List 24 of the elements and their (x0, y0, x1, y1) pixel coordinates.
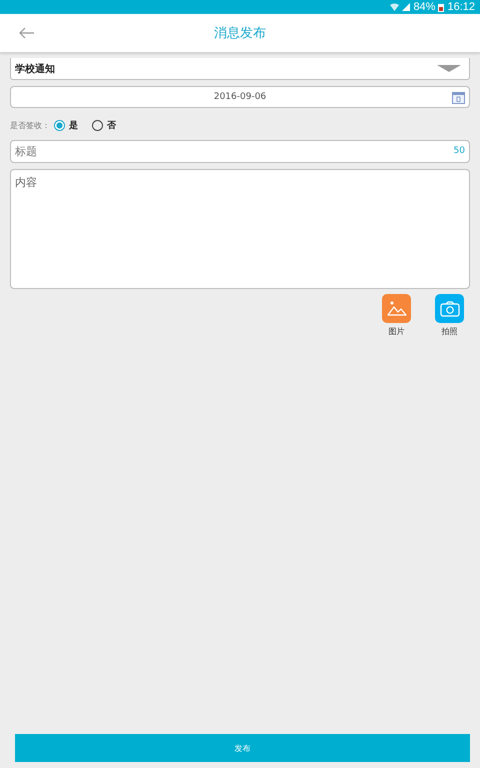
attachment-label: 拍照 (442, 326, 458, 337)
radio-label: 否 (107, 120, 116, 132)
battery-icon (438, 2, 444, 12)
page-title: 消息发布 (214, 25, 266, 42)
dropdown-caret-icon (437, 65, 461, 72)
signal-icon (402, 3, 410, 11)
wifi-icon (390, 3, 400, 11)
date-field[interactable]: 2016-09-06 (10, 86, 470, 108)
camera-button[interactable] (435, 294, 464, 323)
character-counter: 50 (454, 146, 465, 156)
mountain-image-icon (386, 300, 406, 316)
battery-level: 84% (413, 1, 436, 13)
radio-button[interactable] (54, 120, 65, 130)
category-dropdown[interactable]: 学校通知 (10, 58, 470, 80)
attachment-label: 图片 (388, 326, 404, 337)
back-icon[interactable] (19, 27, 35, 39)
image-button[interactable] (382, 294, 411, 323)
receipt-label: 是否签收： (10, 120, 50, 130)
camera-icon (440, 300, 460, 316)
calendar-icon[interactable] (452, 91, 465, 104)
radio-button[interactable] (92, 120, 103, 130)
clock: 16:12 (447, 1, 475, 13)
radio-label: 是 (69, 120, 78, 132)
content-textarea[interactable]: 内容 (10, 169, 470, 289)
